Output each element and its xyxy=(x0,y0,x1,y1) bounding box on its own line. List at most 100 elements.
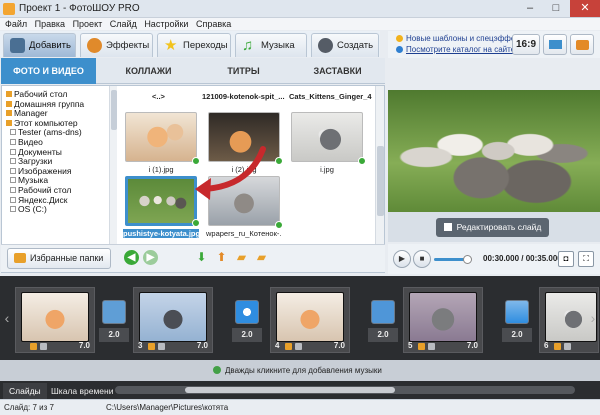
subtab-collages[interactable]: КОЛЛАЖИ xyxy=(101,58,196,84)
favorites-button[interactable]: Избранные папки xyxy=(7,248,111,269)
drag-hint-arrow-icon xyxy=(195,146,266,200)
slide-thumb[interactable]: 7.0 xyxy=(15,287,95,353)
tab-add[interactable]: Добавить xyxy=(3,33,76,57)
file-name-up[interactable]: <..> xyxy=(152,92,172,101)
menu-file[interactable]: Файл xyxy=(5,18,27,30)
edit-icon xyxy=(30,343,37,350)
stop-button[interactable]: ■ xyxy=(413,250,431,268)
music-track[interactable]: Дважды кликните для добавления музыки xyxy=(0,360,600,381)
fullscreen-button[interactable]: ⛶ xyxy=(578,251,594,267)
slide-timeline: ‹ 7.0 2.0 3 7.0 2.0 4 7.0 2.0 5 7.0 2.0 … xyxy=(0,276,600,360)
tab-music[interactable]: ♫ Музыка xyxy=(235,33,307,57)
menu-edit[interactable]: Правка xyxy=(35,18,65,30)
theme-settings-button[interactable] xyxy=(543,34,567,55)
files-scrollbar[interactable] xyxy=(375,86,384,244)
menu-help[interactable]: Справка xyxy=(196,18,231,30)
subtab-titles[interactable]: ТИТРЫ xyxy=(196,58,291,84)
timeline-scroll-thumb[interactable] xyxy=(185,387,395,393)
tree-item[interactable]: Домашняя группа xyxy=(6,100,110,110)
menu-slide[interactable]: Слайд xyxy=(110,18,137,30)
subtab-photo-video[interactable]: ФОТО И ВИДЕО xyxy=(1,58,96,84)
promo-link-catalog[interactable]: Посмотрите каталог на сайте... xyxy=(396,45,522,54)
menu-bar: Файл Правка Проект Слайд Настройки Справ… xyxy=(0,18,600,30)
add-folder-icon[interactable]: ▰ xyxy=(234,250,249,265)
tree-item[interactable]: OS (C:) xyxy=(6,205,110,215)
add-all-icon[interactable]: ▰ xyxy=(254,250,269,265)
slide-thumb[interactable]: 4 7.0 xyxy=(270,287,350,353)
transition-item[interactable]: 2.0 xyxy=(502,300,532,346)
edit-slide-label: Редактировать слайд xyxy=(456,222,542,232)
expand-icon[interactable] xyxy=(10,167,16,174)
expand-icon[interactable] xyxy=(10,186,16,193)
edit-icon xyxy=(148,343,155,350)
subtab-intros[interactable]: ЗАСТАВКИ xyxy=(291,58,384,84)
timeline-right-icon[interactable]: › xyxy=(588,306,598,330)
file-thumbnail xyxy=(291,112,363,162)
tree-item[interactable]: Видео xyxy=(6,138,110,148)
playback-knob[interactable] xyxy=(463,255,472,264)
tab-transitions[interactable]: ★ Переходы xyxy=(157,33,231,57)
tree-item[interactable]: Документы xyxy=(6,148,110,158)
expand-icon[interactable] xyxy=(10,138,16,145)
tree-item[interactable]: Изображения xyxy=(6,167,110,177)
file-name: wpapers_ru_Котенок-... xyxy=(206,229,282,238)
transition-item[interactable]: 2.0 xyxy=(99,300,129,346)
file-item-selected[interactable]: pushistye-kotyata.jpg xyxy=(123,176,200,238)
preview-image xyxy=(388,90,600,212)
tree-item[interactable]: Manager xyxy=(6,109,110,119)
tree-item[interactable]: Tester (ams-dns) xyxy=(6,128,110,138)
files-scroll-thumb[interactable] xyxy=(377,146,384,216)
expand-icon[interactable] xyxy=(10,148,16,155)
aspect-ratio-button[interactable]: 16:9 xyxy=(512,34,540,55)
menu-project[interactable]: Проект xyxy=(73,18,103,30)
timeline-left-icon[interactable]: ‹ xyxy=(2,306,12,330)
expand-icon[interactable] xyxy=(10,158,16,165)
close-button[interactable]: ✕ xyxy=(570,0,600,17)
up-folder-icon[interactable]: ⬆ xyxy=(214,250,229,265)
tree-item-label: Рабочий стол xyxy=(14,90,68,99)
tab-timeline[interactable]: Шкала времени xyxy=(45,383,119,399)
tab-create[interactable]: Создать xyxy=(311,33,379,57)
play-button[interactable]: ▶ xyxy=(393,250,411,268)
globe-icon xyxy=(396,46,403,53)
expand-icon[interactable] xyxy=(10,177,16,184)
edit-slide-button[interactable]: Редактировать слайд xyxy=(436,218,549,237)
status-slide-count: Слайд: 7 из 7 xyxy=(4,403,54,412)
tab-slides[interactable]: Слайды xyxy=(3,383,47,399)
expand-icon[interactable] xyxy=(10,206,16,213)
file-item[interactable]: i (1).jpg xyxy=(123,112,200,174)
expand-icon[interactable] xyxy=(10,196,16,203)
snapshot-button[interactable]: ◘ xyxy=(558,251,574,267)
slide-thumb[interactable]: 5 7.0 xyxy=(403,287,483,353)
back-button[interactable]: ◀ xyxy=(124,250,139,265)
file-name-top-2[interactable]: 121009-kotenok-spit_... xyxy=(202,92,290,101)
expand-icon[interactable] xyxy=(10,129,16,136)
file-name-top-3[interactable]: Cats_Kittens_Ginger_4... xyxy=(289,92,372,101)
slide-thumb[interactable]: 3 7.0 xyxy=(133,287,213,353)
minimize-button[interactable]: – xyxy=(517,0,543,17)
tree-scroll-thumb[interactable] xyxy=(111,90,117,130)
edit-icon xyxy=(285,343,292,350)
tree-item[interactable]: Рабочий стол xyxy=(6,90,110,100)
gallery-button[interactable] xyxy=(570,34,594,55)
tree-scrollbar[interactable] xyxy=(109,86,117,244)
playback-progress[interactable] xyxy=(434,258,466,261)
transition-icon xyxy=(505,300,529,324)
file-item[interactable]: i.jpg xyxy=(289,112,366,174)
film-reel-icon xyxy=(318,38,333,53)
transition-item[interactable]: 2.0 xyxy=(368,300,398,346)
maximize-button[interactable]: □ xyxy=(543,0,569,17)
tree-item[interactable]: Музыка xyxy=(6,176,110,186)
add-down-icon[interactable]: ⬇ xyxy=(194,250,209,265)
forward-button[interactable]: ▶ xyxy=(143,250,158,265)
tree-item[interactable]: Рабочий стол xyxy=(6,186,110,196)
tree-item[interactable]: Яндекс.Диск xyxy=(6,196,110,206)
promo-line-new-templates[interactable]: Новые шаблоны и спецэффекты xyxy=(396,34,528,43)
transition-item[interactable]: 2.0 xyxy=(232,300,262,346)
tree-item[interactable]: Этот компьютер xyxy=(6,119,110,129)
timeline-scrollbar[interactable] xyxy=(115,386,575,394)
tree-item-label: Tester (ams-dns) xyxy=(18,128,82,138)
tree-item[interactable]: Загрузки xyxy=(6,157,110,167)
menu-settings[interactable]: Настройки xyxy=(144,18,188,30)
tab-effects[interactable]: Эффекты xyxy=(80,33,153,57)
